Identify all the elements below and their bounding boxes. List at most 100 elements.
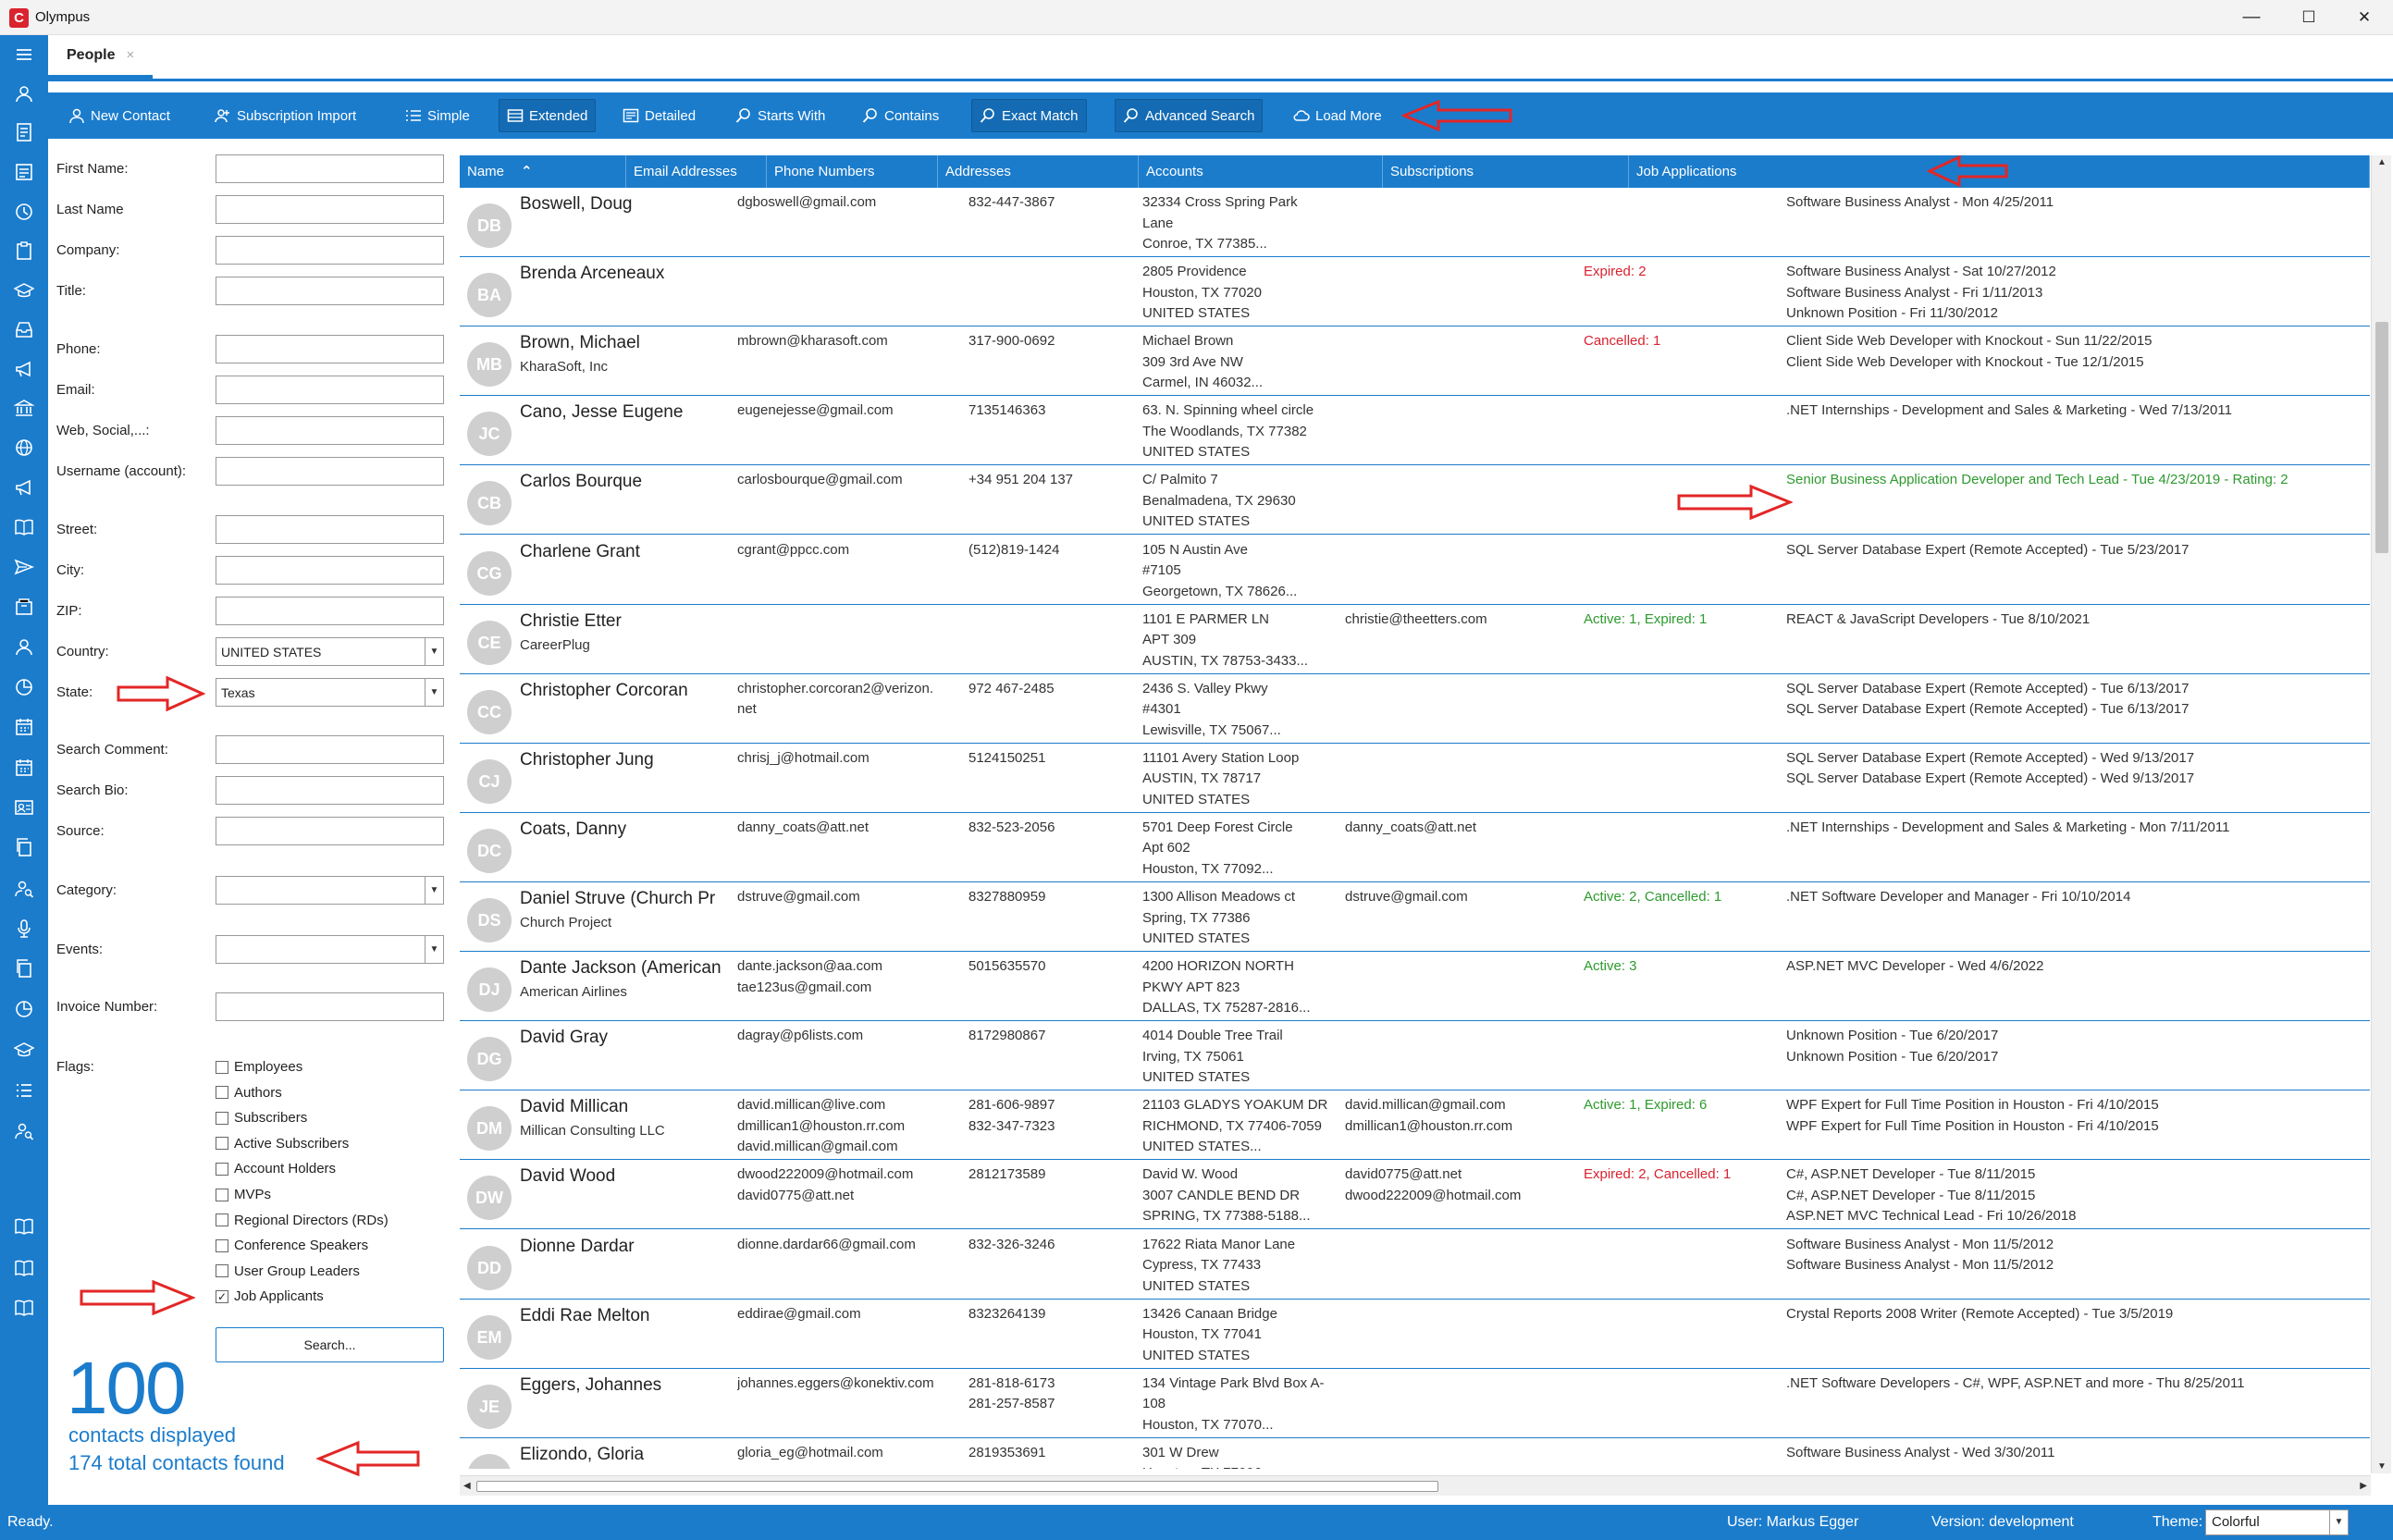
tab-people[interactable]: People ×: [48, 35, 154, 79]
globe-icon[interactable]: [14, 437, 34, 458]
document-icon[interactable]: [14, 122, 34, 142]
scroll-left-icon[interactable]: ◀: [463, 1481, 471, 1491]
table-row[interactable]: CC Christopher Corcoran christopher.corcor…: [460, 674, 2370, 744]
tab-close-icon[interactable]: ×: [126, 47, 134, 63]
person-icon[interactable]: [14, 83, 34, 104]
vertical-scroll-thumb[interactable]: [2375, 322, 2388, 553]
checkbox-icon[interactable]: [216, 1214, 228, 1227]
contact-name[interactable]: David Millican: [520, 1097, 728, 1117]
copy-icon[interactable]: [14, 958, 34, 979]
scroll-up-icon[interactable]: ▲: [2377, 157, 2387, 167]
contact-name[interactable]: Carlos Bourque: [520, 472, 728, 492]
checkbox-icon[interactable]: [216, 1188, 228, 1201]
table-row[interactable]: EM Eddi Rae Melton eddirae@gmail.com 832326…: [460, 1300, 2370, 1369]
contact-name[interactable]: Cano, Jesse Eugene: [520, 402, 728, 423]
contact-name[interactable]: Brenda Arceneaux: [520, 264, 728, 284]
table-row[interactable]: DB Boswell, Doug dgboswell@gmail.com 832-44…: [460, 188, 2370, 257]
contact-name[interactable]: Coats, Danny: [520, 819, 728, 840]
username-field[interactable]: [216, 457, 444, 486]
checkbox-icon[interactable]: [216, 1137, 228, 1151]
id-card-icon[interactable]: [14, 797, 34, 818]
contact-name[interactable]: Daniel Struve (Church Pr: [520, 889, 728, 909]
contact-name[interactable]: Dante Jackson (American: [520, 958, 728, 979]
book-icon[interactable]: [14, 1216, 34, 1237]
horizontal-scrollbar[interactable]: ◀ ▶: [460, 1475, 2371, 1496]
chevron-down-icon[interactable]: ▼: [425, 638, 443, 665]
table-row[interactable]: DG David Gray dagray@p6lists.com 8172980867…: [460, 1021, 2370, 1091]
pie-icon[interactable]: [14, 999, 34, 1019]
book-icon[interactable]: [14, 517, 34, 537]
table-row[interactable]: GE Elizondo, Gloria gloria_eg@hotmail.com 2…: [460, 1438, 2370, 1469]
contact-name[interactable]: Eddi Rae Melton: [520, 1306, 728, 1326]
column-header-accounts[interactable]: Accounts: [1139, 155, 1383, 188]
chevron-down-icon[interactable]: ▼: [425, 877, 443, 904]
flag-checkbox[interactable]: Active Subscribers: [216, 1136, 349, 1152]
checkbox-icon[interactable]: [216, 1060, 228, 1074]
megaphone-icon[interactable]: [14, 477, 34, 498]
checkbox-icon[interactable]: [216, 1238, 228, 1252]
flag-checkbox[interactable]: Account Holders: [216, 1161, 336, 1177]
chevron-down-icon[interactable]: ▼: [425, 679, 443, 706]
starts-with-button[interactable]: Starts With: [728, 99, 833, 132]
scroll-down-icon[interactable]: ▼: [2377, 1461, 2387, 1472]
source-field[interactable]: [216, 817, 444, 845]
list-icon[interactable]: [14, 1080, 34, 1101]
search-bio-field[interactable]: [216, 776, 444, 805]
flag-checkbox[interactable]: ✓ Job Applicants: [216, 1288, 324, 1304]
city-field[interactable]: [216, 556, 444, 585]
person-icon[interactable]: [14, 636, 34, 657]
last-name-field[interactable]: [216, 195, 444, 224]
column-header-name[interactable]: Name ⌃: [460, 155, 626, 188]
table-row[interactable]: BA Brenda Arceneaux 2805 Providence Housto…: [460, 257, 2370, 327]
copy-icon[interactable]: [14, 837, 34, 857]
inbox-icon[interactable]: [14, 319, 34, 339]
company-field[interactable]: [216, 236, 444, 265]
people-search-icon[interactable]: [14, 879, 34, 899]
clock-icon[interactable]: [14, 202, 34, 222]
contact-name[interactable]: Charlene Grant: [520, 542, 728, 562]
table-row[interactable]: CG Charlene Grant cgrant@ppcc.com (512)819-…: [460, 536, 2370, 605]
theme-select[interactable]: Colorful ▼: [2205, 1509, 2349, 1535]
advanced-search-button[interactable]: Advanced Search: [1115, 99, 1264, 132]
phone-field[interactable]: [216, 335, 444, 363]
flag-checkbox[interactable]: Subscribers: [216, 1110, 307, 1126]
contact-name[interactable]: Christopher Corcoran: [520, 681, 728, 701]
contact-name[interactable]: Elizondo, Gloria: [520, 1445, 728, 1465]
table-row[interactable]: MB Brown, Michael KharaSoft, Inc mbrown@kha…: [460, 326, 2370, 397]
contact-name[interactable]: Christie Etter: [520, 611, 728, 632]
checkbox-icon[interactable]: [216, 1264, 228, 1278]
checkbox-icon[interactable]: [216, 1111, 228, 1125]
bank-icon[interactable]: [14, 398, 34, 418]
microphone-icon[interactable]: [14, 918, 34, 939]
menu-icon[interactable]: [14, 44, 34, 65]
invoice-icon[interactable]: [14, 162, 34, 182]
checkbox-icon[interactable]: [216, 1086, 228, 1100]
table-row[interactable]: DM David Millican Millican Consulting LLC d…: [460, 1090, 2370, 1161]
table-row[interactable]: CB Carlos Bourque carlosbourque@gmail.com +…: [460, 465, 2370, 536]
contact-name[interactable]: David Wood: [520, 1166, 728, 1187]
simple-view-button[interactable]: Simple: [398, 99, 477, 132]
graduation-icon[interactable]: [14, 280, 34, 301]
flag-checkbox[interactable]: MVPs: [216, 1187, 271, 1202]
subscription-import-button[interactable]: Subscription Import: [207, 99, 364, 132]
megaphone-icon[interactable]: [14, 359, 34, 379]
table-row[interactable]: CJ Christopher Jung chrisj_j@hotmail.com 51…: [460, 744, 2370, 813]
table-row[interactable]: DW David Wood dwood222009@hotmail.com davi…: [460, 1160, 2370, 1230]
people-search-icon[interactable]: [14, 1121, 34, 1141]
column-header-email-addresses[interactable]: Email Addresses: [626, 155, 767, 188]
clipboard-icon[interactable]: [14, 240, 34, 261]
search-button[interactable]: Search...: [216, 1327, 444, 1362]
table-row[interactable]: DC Coats, Danny danny_coats@att.net 832-523…: [460, 813, 2370, 882]
graduation-icon[interactable]: [14, 1040, 34, 1060]
invoice-number-field[interactable]: [216, 992, 444, 1021]
table-row[interactable]: DJ Dante Jackson (American American Airlin…: [460, 952, 2370, 1022]
contact-name[interactable]: Christopher Jung: [520, 750, 728, 770]
contact-name[interactable]: David Gray: [520, 1028, 728, 1048]
street-field[interactable]: [216, 515, 444, 544]
contact-name[interactable]: Brown, Michael: [520, 333, 728, 353]
category-select[interactable]: ▼: [216, 876, 444, 905]
flag-checkbox[interactable]: Employees: [216, 1059, 302, 1075]
load-more-button[interactable]: Load More: [1286, 99, 1389, 132]
book-icon[interactable]: [14, 1258, 34, 1278]
pie-icon[interactable]: [14, 677, 34, 697]
